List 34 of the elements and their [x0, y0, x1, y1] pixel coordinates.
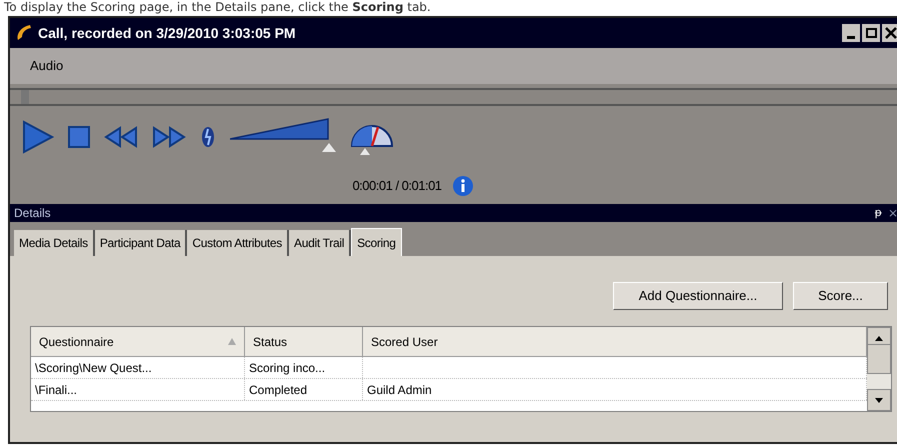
column-header[interactable]: Status — [245, 327, 363, 356]
table-cell-text: Scoring inco... — [249, 360, 326, 376]
info-icon[interactable] — [452, 175, 474, 197]
tab[interactable]: Scoring — [351, 228, 402, 256]
play-icon[interactable] — [22, 120, 54, 154]
scrollbar[interactable] — [867, 327, 891, 411]
close-pane-icon[interactable]: × — [888, 204, 897, 222]
table-cell-text: Completed — [249, 382, 308, 398]
table-cell-text: \Scoring\New Quest... — [35, 360, 152, 376]
menu-item[interactable]: Audio — [30, 56, 64, 76]
instruction-text: To display the Scoring page, in the Details pane, click the Scoring tab. — [3, 0, 432, 15]
sort-arrow-icon — [228, 338, 236, 345]
pin-icon[interactable]: ᵽ — [874, 204, 882, 222]
table-cell-text: Guild Admin — [367, 382, 432, 398]
tab[interactable]: Audit Trail — [289, 230, 352, 256]
score-button[interactable]: Score... — [793, 282, 888, 310]
seek-thumb[interactable] — [20, 90, 29, 104]
playback-time: 0:00:01 / 0:01:01 — [352, 177, 442, 196]
rewind-icon[interactable] — [104, 126, 138, 148]
fast-forward-icon[interactable] — [152, 126, 186, 148]
volume-thumb[interactable] — [322, 143, 336, 152]
tab[interactable]: Custom Attributes — [187, 230, 289, 256]
close-icon[interactable] — [882, 24, 897, 42]
window-title: Call, recorded on 3/29/2010 3:03:05 PM — [38, 24, 296, 42]
speaker-icon[interactable] — [200, 125, 216, 149]
maximize-icon[interactable] — [862, 24, 880, 42]
stop-icon[interactable] — [68, 126, 90, 148]
add-questionnaire-button[interactable]: Add Questionnaire... — [613, 282, 783, 310]
table-cell-text: \Finali... — [35, 382, 78, 398]
minimize-icon[interactable] — [842, 24, 860, 42]
column-header[interactable]: Questionnaire — [31, 327, 245, 356]
tab[interactable]: Media Details — [14, 230, 95, 256]
details-title: Details — [14, 205, 51, 222]
tab[interactable]: Participant Data — [94, 230, 188, 256]
